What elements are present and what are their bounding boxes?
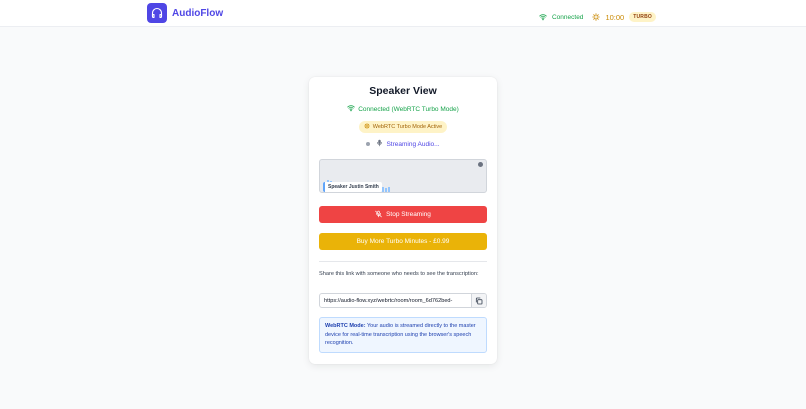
webrtc-connection-status: Connected (WebRTC Turbo Mode) [309,104,497,114]
streaming-status: Streaming Audio... [309,139,497,149]
speaker-video-preview: Speaker Justin Smith [319,159,487,193]
top-nav: AudioFlow Connected 10:00 TURBO [0,0,806,27]
connection-status-text: Connected (WebRTC Turbo Mode) [358,105,459,113]
visualizer-bar [382,187,384,192]
mode-badge-row: WebRTC Turbo Mode Active [309,121,497,133]
stop-streaming-label: Stop Streaming [386,211,431,218]
stop-streaming-button[interactable]: Stop Streaming [319,206,487,223]
microphone-icon [376,139,383,149]
status-bar: Connected 10:00 TURBO [539,8,656,26]
info-title: WebRTC Mode: [325,323,366,329]
microphone-off-icon [375,210,382,220]
turbo-timer: 10:00 [605,12,625,22]
wifi-icon [539,8,547,26]
visualizer-bar [385,188,387,192]
speaker-name-label: Speaker Justin Smith [323,182,382,192]
copy-icon [475,294,483,307]
divider [319,261,487,262]
app-name: AudioFlow [172,7,224,19]
turbo-mode-badge: WebRTC Turbo Mode Active [358,121,448,133]
zap-icon [592,8,601,26]
buy-turbo-minutes-button[interactable]: Buy More Turbo Minutes - £0.99 [319,233,487,250]
streaming-indicator-dot [366,142,371,146]
share-link-input[interactable] [320,297,471,304]
webrtc-info-box: WebRTC Mode: Your audio is streamed dire… [319,317,487,353]
recording-indicator [478,162,483,167]
connection-status: Connected [551,13,584,21]
headphones-icon [147,3,167,23]
visualizer-bar [388,187,390,192]
share-link-field [319,293,487,308]
copy-link-button[interactable] [471,294,486,307]
zap-icon [363,123,370,131]
page-title: Speaker View [369,85,437,97]
wifi-icon [347,104,355,114]
share-instructions: Share this link with someone who needs t… [319,271,479,277]
speaker-card: Speaker View Connected (WebRTC Turbo Mod… [309,77,497,364]
streaming-status-text: Streaming Audio... [386,140,440,148]
turbo-badge: TURBO [629,12,656,22]
brand[interactable]: AudioFlow [147,3,223,23]
mode-badge-text: WebRTC Turbo Mode Active [372,124,443,130]
